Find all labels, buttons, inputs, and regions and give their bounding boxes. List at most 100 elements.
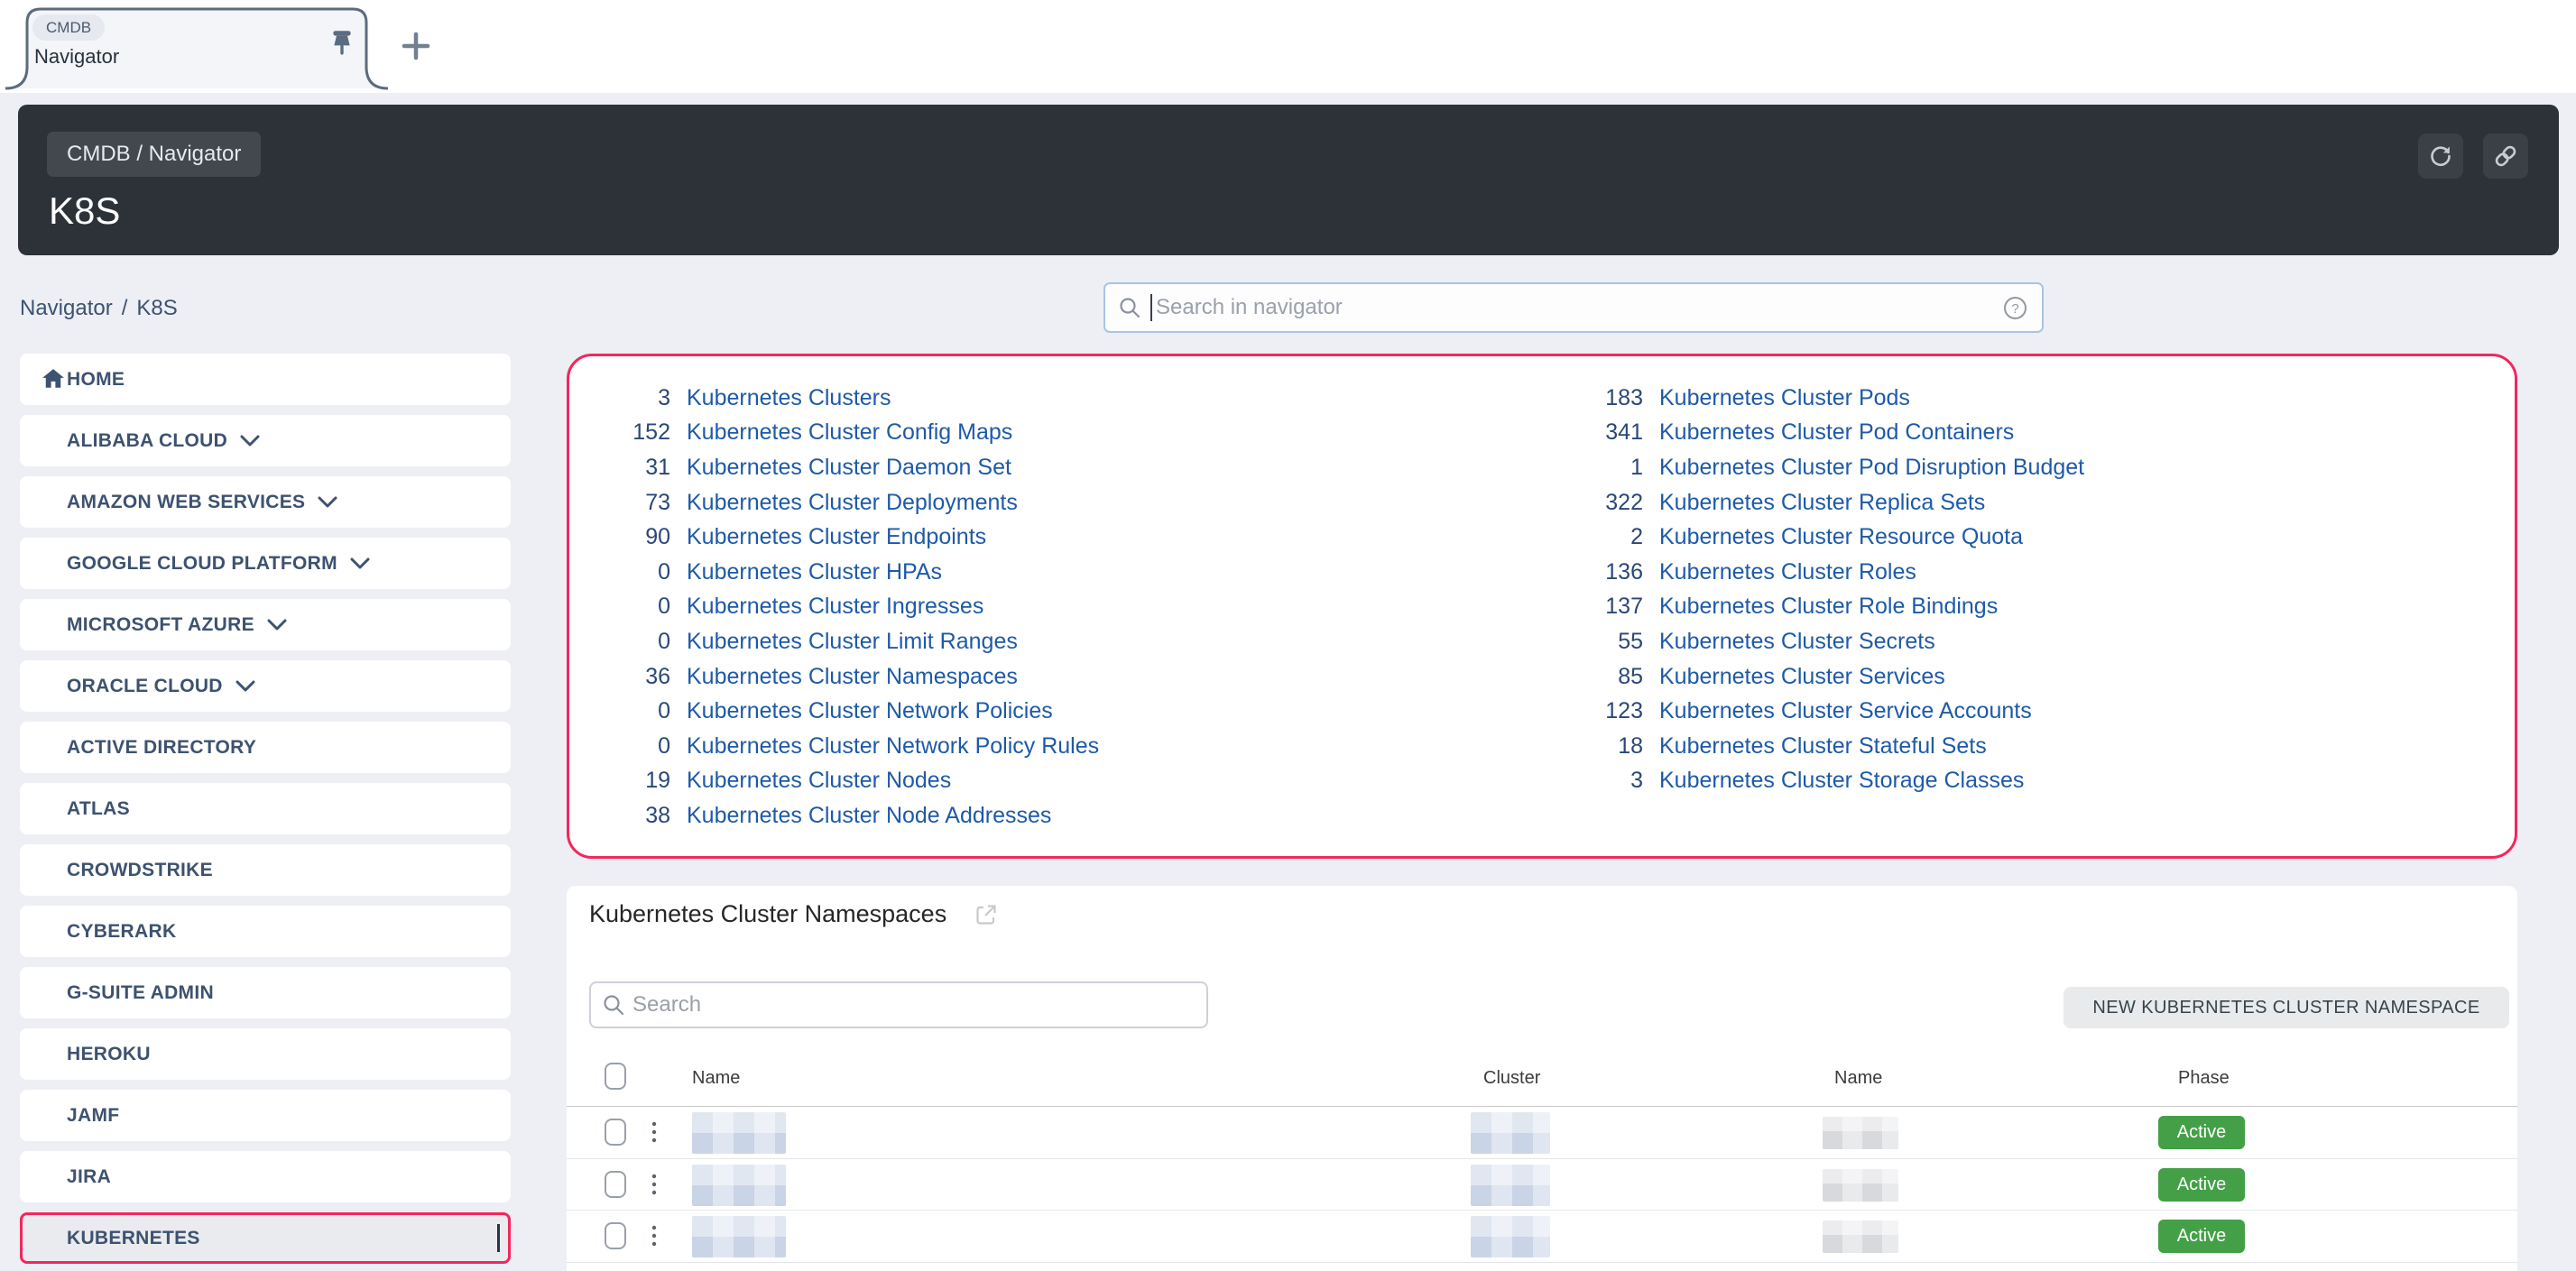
help-icon[interactable]: ?: [2003, 296, 2027, 320]
kebab-menu-icon[interactable]: [650, 1223, 659, 1250]
ci-count-row: 0 Kubernetes Cluster Limit Ranges: [569, 624, 1542, 659]
tab-title: Navigator: [34, 45, 119, 69]
ci-count-row: 18 Kubernetes Cluster Stateful Sets: [1542, 729, 2515, 764]
ci-type-link[interactable]: Kubernetes Cluster Node Addresses: [687, 803, 1051, 829]
ci-type-link[interactable]: Kubernetes Cluster Endpoints: [687, 524, 986, 550]
ci-type-link[interactable]: Kubernetes Cluster Deployments: [687, 490, 1018, 516]
sidebar-item-active-directory[interactable]: ACTIVE DIRECTORY: [20, 722, 511, 773]
search-icon: [1118, 296, 1141, 319]
table-row: Active: [567, 1159, 2517, 1211]
ci-type-link[interactable]: Kubernetes Cluster Network Policy Rules: [687, 733, 1099, 760]
ci-type-link[interactable]: Kubernetes Cluster Daemon Set: [687, 455, 1011, 481]
ci-count-row: 137 Kubernetes Cluster Role Bindings: [1542, 590, 2515, 625]
chevron-down-icon: [267, 619, 287, 631]
sidebar-item-crowdstrike[interactable]: CROWDSTRIKE: [20, 844, 511, 896]
sidebar-item-atlas[interactable]: ATLAS: [20, 783, 511, 834]
sidebar-item-home[interactable]: HOME: [20, 354, 511, 405]
ci-count-row: 85 Kubernetes Cluster Services: [1542, 659, 2515, 695]
row-checkbox[interactable]: [605, 1222, 626, 1249]
navigator-search: ?: [1103, 282, 2044, 333]
ci-type-link[interactable]: Kubernetes Cluster Pods: [1659, 385, 1910, 411]
sidebar-item-jira[interactable]: JIRA: [20, 1151, 511, 1202]
chevron-down-icon: [235, 680, 255, 693]
column-header-cluster[interactable]: Cluster: [1483, 1068, 1540, 1089]
ci-count-row: 136 Kubernetes Cluster Roles: [1542, 555, 2515, 590]
ci-count-row: 38 Kubernetes Cluster Node Addresses: [569, 798, 1542, 834]
ci-count: 73: [569, 490, 670, 516]
ci-count: 3: [569, 385, 670, 411]
phase-badge: Active: [2158, 1220, 2245, 1253]
refresh-button[interactable]: [2418, 134, 2463, 179]
table-header: Name Cluster Name Phase: [567, 1055, 2517, 1106]
ci-type-link[interactable]: Kubernetes Cluster Service Accounts: [1659, 698, 2032, 724]
sidebar-item-microsoft-azure[interactable]: MICROSOFT AZURE: [20, 599, 511, 650]
ci-type-link[interactable]: Kubernetes Cluster Limit Ranges: [687, 629, 1018, 655]
ci-count: 183: [1542, 385, 1643, 411]
row-checkbox[interactable]: [605, 1171, 626, 1198]
ci-type-link[interactable]: Kubernetes Cluster Roles: [1659, 559, 1916, 585]
refresh-icon: [2427, 143, 2454, 170]
ci-type-link[interactable]: Kubernetes Cluster Stateful Sets: [1659, 733, 1987, 760]
sidebar-item-heroku[interactable]: HEROKU: [20, 1028, 511, 1080]
column-header-name-2[interactable]: Name: [1834, 1068, 1882, 1089]
ci-count: 136: [1542, 559, 1643, 585]
ci-count: 0: [569, 698, 670, 724]
ci-type-link[interactable]: Kubernetes Cluster Resource Quota: [1659, 524, 2023, 550]
ci-type-link[interactable]: Kubernetes Cluster Config Maps: [687, 419, 1012, 446]
phase-badge: Active: [2158, 1116, 2245, 1149]
new-namespace-button[interactable]: NEW KUBERNETES CLUSTER NAMESPACE: [2064, 987, 2509, 1028]
ci-type-link[interactable]: Kubernetes Cluster Network Policies: [687, 698, 1053, 724]
ci-type-link[interactable]: Kubernetes Cluster Replica Sets: [1659, 490, 1985, 516]
breadcrumb-chip[interactable]: CMDB / Navigator: [47, 132, 261, 177]
svg-text:?: ?: [2011, 301, 2018, 317]
ci-type-link[interactable]: Kubernetes Cluster Storage Classes: [1659, 768, 2024, 794]
ci-count: 19: [569, 768, 670, 794]
sidebar-item-label: JAMF: [67, 1105, 119, 1127]
column-header-name[interactable]: Name: [692, 1068, 740, 1089]
ci-type-link[interactable]: Kubernetes Cluster HPAs: [687, 559, 942, 585]
kebab-menu-icon[interactable]: [650, 1119, 659, 1147]
select-all-checkbox[interactable]: [605, 1063, 626, 1090]
breadcrumb-navigator[interactable]: Navigator: [20, 296, 113, 320]
text-caret: [1150, 294, 1152, 321]
chevron-down-icon: [240, 435, 260, 447]
ci-type-link[interactable]: Kubernetes Clusters: [687, 385, 891, 411]
sidebar-item-oracle-cloud[interactable]: ORACLE CLOUD: [20, 660, 511, 712]
ci-type-link[interactable]: Kubernetes Cluster Pod Containers: [1659, 419, 2014, 446]
sidebar-item-google-cloud-platform[interactable]: GOOGLE CLOUD PLATFORM: [20, 538, 511, 589]
pin-icon[interactable]: [328, 30, 355, 62]
sidebar-item-jamf[interactable]: JAMF: [20, 1090, 511, 1141]
sidebar-item-alibaba-cloud[interactable]: ALIBABA CLOUD: [20, 415, 511, 466]
table-search-input[interactable]: [632, 992, 1206, 1018]
ci-type-link[interactable]: Kubernetes Cluster Secrets: [1659, 629, 1935, 655]
ci-type-link[interactable]: Kubernetes Cluster Namespaces: [687, 664, 1018, 690]
sidebar-item-amazon-web-services[interactable]: AMAZON WEB SERVICES: [20, 476, 511, 528]
breadcrumb-k8s[interactable]: K8S: [136, 296, 177, 320]
sidebar-item-label: HEROKU: [67, 1044, 151, 1065]
column-header-phase[interactable]: Phase: [2178, 1068, 2230, 1089]
sidebar-item-label: MICROSOFT AZURE: [67, 614, 254, 636]
external-link-icon[interactable]: [974, 903, 998, 926]
ci-type-link[interactable]: Kubernetes Cluster Ingresses: [687, 594, 983, 620]
ci-count-row: 152 Kubernetes Cluster Config Maps: [569, 416, 1542, 451]
sidebar-item-label: AMAZON WEB SERVICES: [67, 492, 305, 513]
ci-count-row: 0 Kubernetes Cluster Network Policy Rule…: [569, 729, 1542, 764]
ci-count-row: 90 Kubernetes Cluster Endpoints: [569, 520, 1542, 555]
new-tab-plus-icon[interactable]: [401, 31, 431, 61]
page-header: CMDB / Navigator K8S: [18, 105, 2559, 255]
sidebar-item-g-suite-admin[interactable]: G-SUITE ADMIN: [20, 967, 511, 1018]
ci-type-link[interactable]: Kubernetes Cluster Nodes: [687, 768, 951, 794]
ci-count-row: 123 Kubernetes Cluster Service Accounts: [1542, 694, 2515, 729]
chevron-down-icon: [350, 557, 370, 570]
navigator-search-input[interactable]: [1156, 295, 2003, 320]
permalink-button[interactable]: [2483, 134, 2528, 179]
ci-type-link[interactable]: Kubernetes Cluster Pod Disruption Budget: [1659, 455, 2084, 481]
kebab-menu-icon[interactable]: [650, 1172, 659, 1199]
ci-type-link[interactable]: Kubernetes Cluster Services: [1659, 664, 1945, 690]
ci-count-row: 36 Kubernetes Cluster Namespaces: [569, 659, 1542, 695]
sidebar-item-cyberark[interactable]: CYBERARK: [20, 906, 511, 957]
row-checkbox[interactable]: [605, 1119, 626, 1146]
sidebar-item-kubernetes[interactable]: KUBERNETES: [20, 1212, 511, 1264]
ci-count: 0: [569, 733, 670, 760]
ci-type-link[interactable]: Kubernetes Cluster Role Bindings: [1659, 594, 1998, 620]
